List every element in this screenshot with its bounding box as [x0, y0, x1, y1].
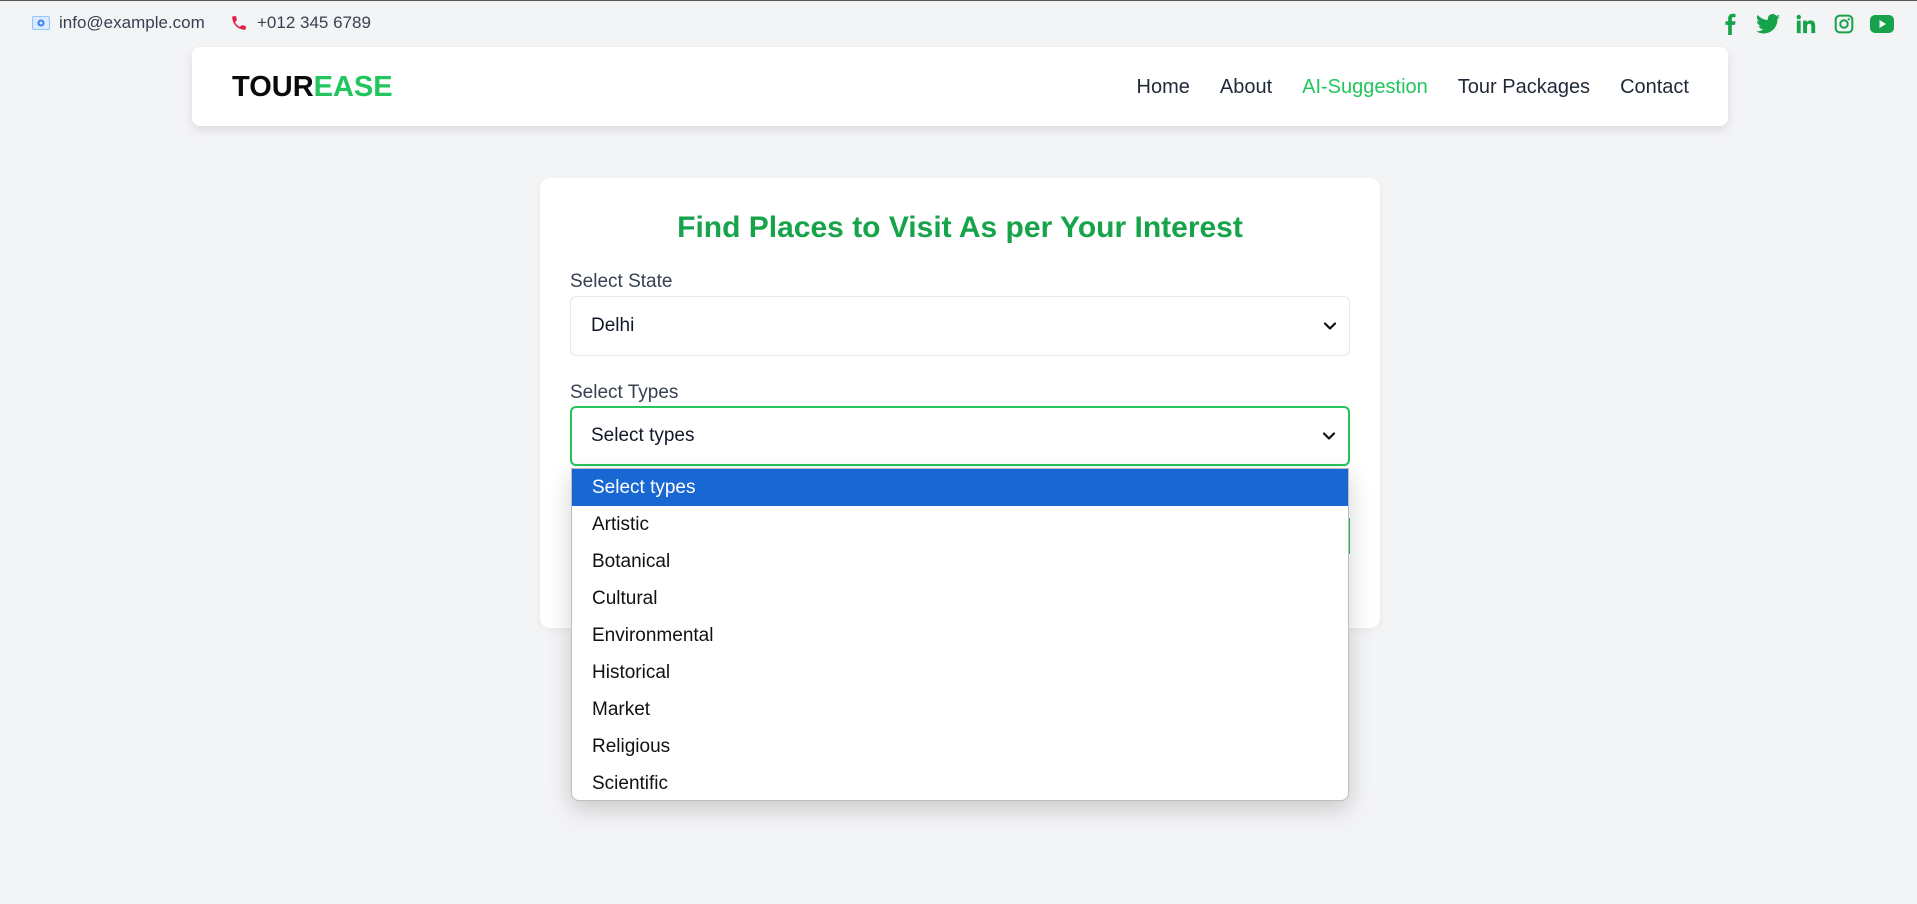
dropdown-option[interactable]: Market	[572, 691, 1348, 728]
form-title: Find Places to Visit As per Your Interes…	[677, 211, 1243, 244]
nav-item-about[interactable]: About	[1220, 76, 1272, 99]
nav-item-contact[interactable]: Contact	[1620, 76, 1689, 99]
facebook-icon[interactable]	[1718, 12, 1742, 36]
nav-item-tour-packages[interactable]: Tour Packages	[1458, 76, 1590, 99]
dropdown-option[interactable]: Historical	[572, 654, 1348, 691]
dropdown-option[interactable]: Scientific	[572, 765, 1348, 800]
linkedin-icon[interactable]	[1794, 12, 1818, 36]
nav-menu: Home About AI-Suggestion Tour Packages C…	[1137, 76, 1690, 99]
instagram-icon[interactable]	[1832, 12, 1856, 36]
phone-contact: +012 345 6789	[230, 13, 371, 33]
brand-logo[interactable]: TOUREASE	[232, 71, 393, 104]
youtube-icon[interactable]	[1870, 12, 1894, 36]
nav-item-ai-suggestion[interactable]: AI-Suggestion	[1302, 76, 1428, 99]
dropdown-option[interactable]: Botanical	[572, 543, 1348, 580]
envelope-icon	[32, 16, 50, 30]
phone-icon	[230, 14, 248, 32]
types-select-value: Select types	[591, 425, 695, 446]
brand-logo-part2: EASE	[313, 71, 393, 103]
dropdown-option[interactable]: Environmental	[572, 617, 1348, 654]
state-select-value: Delhi	[591, 315, 635, 336]
twitter-icon[interactable]	[1756, 12, 1780, 36]
dropdown-option[interactable]: Cultural	[572, 580, 1348, 617]
dropdown-option[interactable]: Select types	[572, 469, 1348, 506]
types-label: Select Types	[570, 382, 679, 403]
dropdown-option[interactable]: Artistic	[572, 506, 1348, 543]
email-contact: info@example.com	[32, 13, 205, 33]
state-select[interactable]: Delhi	[570, 296, 1350, 356]
email-text[interactable]: info@example.com	[59, 13, 205, 33]
state-label: Select State	[570, 271, 673, 292]
types-dropdown-list: Select types Artistic Botanical Cultural…	[571, 468, 1349, 801]
main-navbar: TOUREASE Home About AI-Suggestion Tour P…	[192, 47, 1728, 126]
chevron-down-icon	[1323, 321, 1337, 331]
top-contact-bar: info@example.com +012 345 6789	[0, 1, 1917, 47]
brand-logo-part1: TOUR	[232, 71, 314, 103]
chevron-down-icon	[1322, 431, 1336, 441]
social-links	[1718, 12, 1894, 36]
phone-text[interactable]: +012 345 6789	[257, 13, 371, 33]
nav-item-home[interactable]: Home	[1137, 76, 1190, 99]
dropdown-option[interactable]: Religious	[572, 728, 1348, 765]
types-select[interactable]: Select types	[570, 406, 1350, 466]
